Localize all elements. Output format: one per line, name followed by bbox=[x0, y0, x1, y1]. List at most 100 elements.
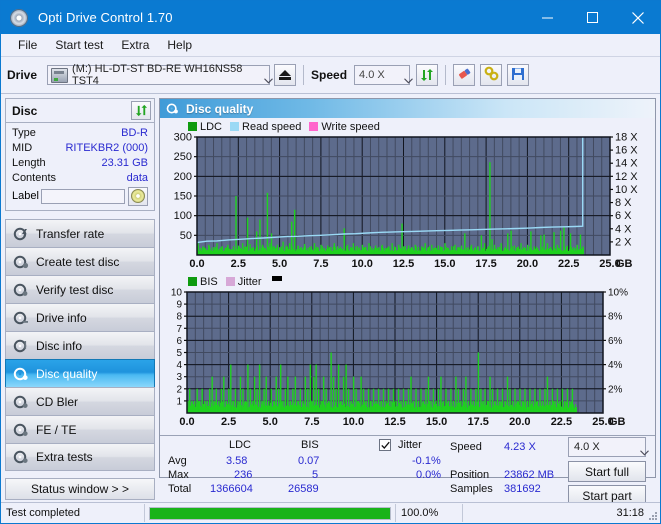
drive-label: Drive bbox=[7, 68, 37, 82]
sidebar-item-verify-test-disc[interactable]: Verify test disc bbox=[5, 275, 155, 303]
close-icon[interactable] bbox=[615, 1, 660, 34]
erase-button[interactable] bbox=[453, 64, 475, 86]
stats-avg-ldc: 3.58 bbox=[226, 455, 247, 467]
disc-label-key: Label bbox=[12, 190, 39, 202]
stats-max-bis: 5 bbox=[312, 469, 318, 481]
sidebar-item-fe-te[interactable]: FE / TE bbox=[5, 415, 155, 443]
sidebar-item-drive-info[interactable]: Drive info bbox=[5, 303, 155, 331]
sidebar-item-label: Disc quality bbox=[36, 367, 97, 381]
bis-chart[interactable]: 123456789102%4%6%8%10%0.02.55.07.510.012… bbox=[162, 288, 653, 433]
disc-panel-header: Disc bbox=[6, 99, 154, 123]
disc-quality-icon bbox=[166, 102, 179, 115]
legend-label-read-speed: Read speed bbox=[242, 121, 301, 133]
content-header: Disc quality bbox=[160, 99, 655, 118]
sidebar-item-label: CD Bler bbox=[36, 395, 78, 409]
menu-start-test[interactable]: Start test bbox=[46, 36, 112, 54]
bis-chart-legend: BIS Jitter bbox=[162, 275, 653, 288]
progress-percent: 100.0% bbox=[396, 503, 462, 523]
start-full-button[interactable]: Start full bbox=[568, 461, 646, 482]
legend-item-bis: BIS bbox=[188, 276, 218, 288]
svg-text:10: 10 bbox=[171, 288, 183, 299]
svg-text:14 X: 14 X bbox=[615, 158, 638, 170]
svg-text:250: 250 bbox=[174, 151, 192, 163]
sidebar-item-label: Verify test disc bbox=[36, 283, 113, 297]
eject-button[interactable] bbox=[274, 64, 296, 86]
status-separator-1 bbox=[144, 504, 145, 522]
drive-select[interactable]: (M:) HL-DT-ST BD-RE WH16NS58 TST4 bbox=[47, 65, 270, 85]
refresh-button[interactable] bbox=[416, 64, 438, 86]
drive-toolbar: Drive (M:) HL-DT-ST BD-RE WH16NS58 TST4 … bbox=[1, 57, 660, 94]
status-window-button[interactable]: Status window > > bbox=[5, 478, 155, 500]
page-title: Disc quality bbox=[186, 102, 253, 116]
disc-info-icon bbox=[13, 338, 29, 354]
legend-label-bis: BIS bbox=[200, 276, 218, 288]
stats-position-label: Position bbox=[450, 469, 489, 481]
save-icon bbox=[511, 67, 525, 84]
sidebar-item-label: Drive info bbox=[36, 311, 87, 325]
sidebar-item-disc-quality[interactable]: Disc quality bbox=[5, 359, 155, 387]
svg-text:150: 150 bbox=[174, 191, 192, 203]
save-button[interactable] bbox=[507, 64, 529, 86]
jitter-label: Jitter bbox=[398, 439, 422, 451]
drive-icon bbox=[51, 68, 68, 83]
speed-select[interactable]: 4.0 X bbox=[354, 65, 410, 85]
svg-text:8: 8 bbox=[176, 312, 182, 323]
menu-help[interactable]: Help bbox=[158, 36, 201, 54]
disc-row-key: Length bbox=[12, 157, 46, 169]
svg-text:300: 300 bbox=[174, 133, 192, 144]
sidebar-item-create-test-disc[interactable]: Create test disc bbox=[5, 247, 155, 275]
fe-te-icon bbox=[13, 422, 29, 438]
svg-text:7: 7 bbox=[176, 324, 182, 335]
eject-icon bbox=[279, 69, 291, 81]
minimize-icon[interactable] bbox=[525, 1, 570, 34]
progress-bar bbox=[149, 507, 391, 520]
sidebar-item-disc-info[interactable]: Disc info bbox=[5, 331, 155, 359]
svg-text:2.5: 2.5 bbox=[231, 258, 246, 270]
test-speed-select[interactable]: 4.0 X bbox=[568, 437, 646, 457]
stats-total-ldc: 1366604 bbox=[210, 483, 253, 495]
menu-extra[interactable]: Extra bbox=[112, 36, 158, 54]
svg-text:20.0: 20.0 bbox=[517, 258, 538, 270]
svg-text:GB: GB bbox=[609, 416, 626, 428]
sidebar-item-label: FE / TE bbox=[36, 423, 76, 437]
elapsed-time: 31:18 bbox=[463, 503, 660, 523]
disc-panel-title: Disc bbox=[12, 104, 37, 118]
svg-text:7.5: 7.5 bbox=[313, 258, 328, 270]
ldc-chart[interactable]: 501001502002503002 X4 X6 X8 X10 X12 X14 … bbox=[162, 133, 653, 273]
svg-text:12.5: 12.5 bbox=[384, 416, 405, 428]
sidebar-item-cd-bler[interactable]: CD Bler bbox=[5, 387, 155, 415]
disc-refresh-button[interactable] bbox=[131, 101, 151, 120]
stats-max-ldc: 236 bbox=[234, 469, 252, 481]
legend-item-read-speed: Read speed bbox=[230, 121, 301, 133]
svg-text:6 X: 6 X bbox=[615, 210, 632, 222]
menu-bar: File Start test Extra Help bbox=[1, 34, 660, 57]
menu-file[interactable]: File bbox=[9, 36, 46, 54]
resize-grip-icon[interactable] bbox=[648, 511, 658, 521]
maximize-icon[interactable] bbox=[570, 1, 615, 34]
disc-quality-icon bbox=[13, 366, 29, 382]
svg-text:12.5: 12.5 bbox=[393, 258, 414, 270]
svg-text:16 X: 16 X bbox=[615, 145, 638, 157]
disc-label-button[interactable] bbox=[128, 187, 148, 206]
svg-text:7.5: 7.5 bbox=[304, 416, 319, 428]
sidebar-item-transfer-rate[interactable]: Transfer rate bbox=[5, 219, 155, 247]
drive-info-icon bbox=[13, 310, 29, 326]
speed-label: Speed bbox=[311, 68, 347, 82]
stats-total-bis: 26589 bbox=[288, 483, 319, 495]
disc-row-key: Contents bbox=[12, 172, 56, 184]
stats-position-value: 23862 MB bbox=[504, 469, 554, 481]
stats-samples-value: 381692 bbox=[504, 483, 541, 495]
legend-label-jitter: Jitter bbox=[238, 276, 262, 288]
refresh-icon bbox=[420, 68, 434, 82]
charts-container: LDC Read speed Write speed 5010015020025… bbox=[160, 118, 655, 433]
disc-label-input[interactable] bbox=[41, 189, 125, 204]
window-title: Opti Drive Control 1.70 bbox=[38, 10, 173, 25]
jitter-checkbox[interactable] bbox=[379, 439, 391, 451]
sidebar-item-extra-tests[interactable]: Extra tests bbox=[5, 443, 155, 471]
svg-text:17.5: 17.5 bbox=[467, 416, 488, 428]
tools-button[interactable] bbox=[480, 64, 502, 86]
svg-text:10%: 10% bbox=[608, 288, 628, 299]
legend-swatch-ldc bbox=[188, 122, 197, 131]
svg-text:1: 1 bbox=[176, 396, 182, 407]
svg-text:2%: 2% bbox=[608, 384, 623, 395]
